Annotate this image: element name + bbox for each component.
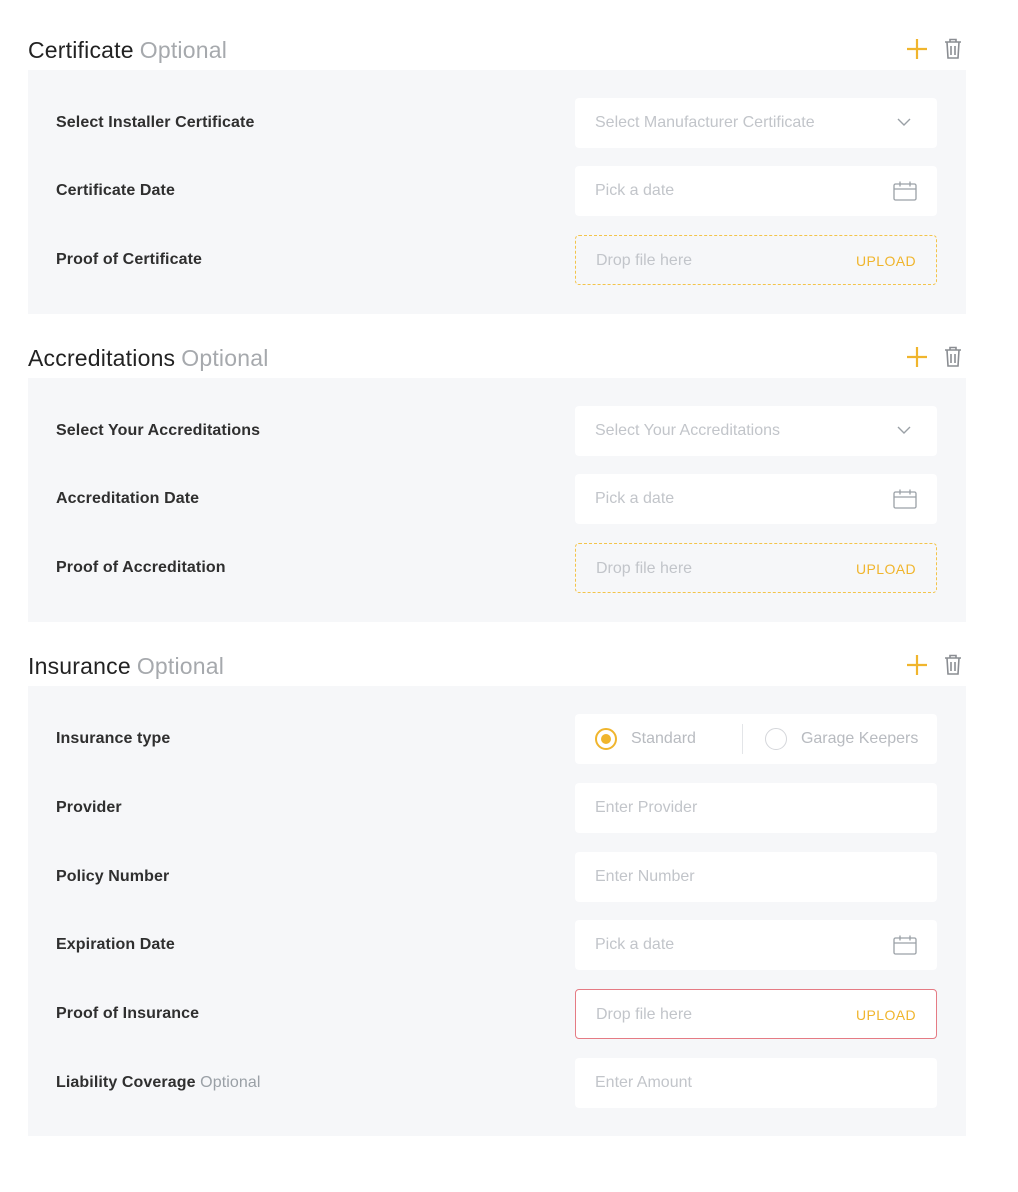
expiration-date-label: Expiration Date <box>56 936 175 953</box>
optional-tag: Optional <box>139 37 228 63</box>
insurance-panel: Insurance type Standard Garage Keepers P… <box>28 686 966 1136</box>
plus-icon[interactable] <box>904 652 930 678</box>
liability-coverage-field <box>575 1058 937 1108</box>
certificate-actions <box>904 36 966 62</box>
optional-tag: Optional <box>136 653 225 679</box>
select-accreditations-row: Select Your Accreditations Select Your A… <box>28 406 966 458</box>
accreditation-file-drop[interactable]: Drop file here UPLOAD <box>575 543 937 593</box>
certificate-panel: Select Installer Certificate Select Manu… <box>28 70 966 314</box>
provider-row: Provider <box>28 783 966 835</box>
calendar-icon <box>893 489 917 509</box>
liability-coverage-label: Liability Coverage Optional <box>56 1074 261 1091</box>
proof-of-accreditation-label: Proof of Accreditation <box>56 559 226 576</box>
insurance-type-label: Insurance type <box>56 730 171 747</box>
policy-number-input[interactable] <box>595 853 895 901</box>
certificate-title: Certificate Optional <box>28 37 228 63</box>
radio-selected-icon <box>595 728 617 750</box>
certificate-date-picker[interactable]: Pick a date <box>575 166 937 216</box>
certificate-file-drop[interactable]: Drop file here UPLOAD <box>575 235 937 285</box>
certificate-header: Certificate Optional <box>28 30 966 70</box>
insurance-header: Insurance Optional <box>28 646 966 686</box>
insurance-section: Insurance Optional Insurance type Standar… <box>28 646 966 1136</box>
installer-certificate-label: Select Installer Certificate <box>56 114 255 131</box>
insurance-file-drop[interactable]: Drop file here UPLOAD <box>575 989 937 1039</box>
upload-button[interactable]: UPLOAD <box>856 990 916 1040</box>
accreditation-date-picker[interactable]: Pick a date <box>575 474 937 524</box>
liability-amount-input[interactable] <box>595 1059 895 1107</box>
liability-coverage-row: Liability Coverage Optional <box>28 1058 966 1110</box>
accreditations-section: Accreditations Optional Select Your Accre… <box>28 338 966 622</box>
accreditation-date-row: Accreditation Date Pick a date <box>28 474 966 526</box>
trash-icon[interactable] <box>940 652 966 678</box>
accreditations-select[interactable]: Select Your Accreditations <box>575 406 937 456</box>
accreditations-panel: Select Your Accreditations Select Your A… <box>28 378 966 622</box>
proof-of-accreditation-row: Proof of Accreditation Drop file here UP… <box>28 543 966 595</box>
proof-of-certificate-label: Proof of Certificate <box>56 251 203 268</box>
certificate-section: Certificate Optional Select Installer Cer… <box>28 30 966 314</box>
insurance-type-row: Insurance type Standard Garage Keepers <box>28 714 966 766</box>
trash-icon[interactable] <box>940 344 966 370</box>
calendar-icon <box>893 181 917 201</box>
installer-certificate-select[interactable]: Select Manufacturer Certificate <box>575 98 937 148</box>
radio-standard[interactable]: Standard <box>595 714 696 764</box>
proof-of-certificate-row: Proof of Certificate Drop file here UPLO… <box>28 235 966 287</box>
provider-input[interactable] <box>595 784 895 832</box>
policy-number-field <box>575 852 937 902</box>
accreditations-title: Accreditations Optional <box>28 345 269 371</box>
calendar-icon <box>893 935 917 955</box>
trash-icon[interactable] <box>940 36 966 62</box>
optional-tag: Optional <box>200 1074 261 1091</box>
expiration-date-row: Expiration Date Pick a date <box>28 920 966 972</box>
radio-divider <box>741 724 743 754</box>
certificate-date-label: Certificate Date <box>56 182 175 199</box>
insurance-type-radio-group: Standard Garage Keepers <box>575 714 937 764</box>
accreditations-header: Accreditations Optional <box>28 338 966 378</box>
chevron-down-icon <box>897 118 911 126</box>
upload-button[interactable]: UPLOAD <box>856 544 916 594</box>
installer-certificate-row: Select Installer Certificate Select Manu… <box>28 98 966 150</box>
radio-garage-keepers[interactable]: Garage Keepers <box>764 714 918 764</box>
certificate-date-row: Certificate Date Pick a date <box>28 166 966 218</box>
provider-field <box>575 783 937 833</box>
provider-label: Provider <box>56 799 122 816</box>
accreditation-date-label: Accreditation Date <box>56 490 200 507</box>
proof-of-insurance-label: Proof of Insurance <box>56 1005 200 1022</box>
accreditations-actions <box>904 344 966 370</box>
proof-of-insurance-row: Proof of Insurance Drop file here UPLOAD <box>28 989 966 1041</box>
upload-button[interactable]: UPLOAD <box>856 236 916 286</box>
policy-number-label: Policy Number <box>56 868 170 885</box>
chevron-down-icon <box>897 426 911 434</box>
plus-icon[interactable] <box>904 36 930 62</box>
optional-tag: Optional <box>181 345 269 371</box>
radio-unselected-icon <box>764 728 787 750</box>
insurance-title: Insurance Optional <box>28 653 225 679</box>
plus-icon[interactable] <box>904 344 930 370</box>
select-accreditations-label: Select Your Accreditations <box>56 422 261 439</box>
expiration-date-picker[interactable]: Pick a date <box>575 920 937 970</box>
policy-number-row: Policy Number <box>28 852 966 904</box>
insurance-actions <box>904 652 966 678</box>
